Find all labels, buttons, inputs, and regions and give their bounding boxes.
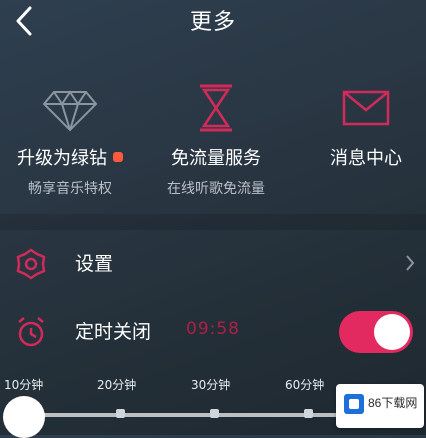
slider-option-label: 10分钟 xyxy=(4,378,44,392)
new-badge xyxy=(113,152,123,162)
slider-option-label: 60分钟 xyxy=(285,378,325,392)
envelope-icon xyxy=(336,78,396,138)
slider-tick[interactable] xyxy=(210,409,219,418)
sleep-timer-row: 定时关闭 09:58 xyxy=(0,301,426,361)
hourglass-icon xyxy=(186,78,246,138)
sleep-timer-label: 定时关闭 xyxy=(75,321,152,343)
feature-title: 升级为绿钻 xyxy=(17,148,107,169)
feature-title: 消息中心 xyxy=(330,148,402,169)
slider-tick[interactable] xyxy=(304,409,313,418)
feature-subtitle: 在线听歌免流量 xyxy=(167,181,265,197)
watermark-logo-icon xyxy=(344,394,364,414)
slider-option-label: 30分钟 xyxy=(191,378,231,392)
page-title: 更多 xyxy=(189,10,236,35)
slider-option-label: 20分钟 xyxy=(97,378,137,392)
settings-label: 设置 xyxy=(75,253,114,275)
slider-tick[interactable] xyxy=(116,409,125,418)
site-watermark: 86下载网 xyxy=(336,384,424,428)
alarm-clock-icon xyxy=(14,315,48,349)
watermark-text: 86下载网 xyxy=(368,396,418,410)
timer-countdown: 09:58 xyxy=(186,319,240,339)
toggle-knob xyxy=(374,314,410,350)
feature-message-center[interactable]: 消息中心 xyxy=(296,78,426,170)
gear-icon xyxy=(14,247,48,281)
feature-title: 免流量服务 xyxy=(171,148,261,169)
feature-subtitle: 畅享音乐特权 xyxy=(28,181,112,197)
timer-slider-thumb[interactable] xyxy=(3,396,45,438)
section-divider xyxy=(0,214,426,230)
sleep-timer-toggle[interactable] xyxy=(339,311,413,353)
chevron-right-icon xyxy=(404,253,416,273)
diamond-icon xyxy=(40,78,100,138)
settings-row[interactable]: 设置 xyxy=(0,233,426,293)
feature-free-data-service[interactable]: 免流量服务 在线听歌免流量 xyxy=(146,78,286,198)
feature-upgrade-green-diamond[interactable]: 升级为绿钻 畅享音乐特权 xyxy=(0,78,140,198)
